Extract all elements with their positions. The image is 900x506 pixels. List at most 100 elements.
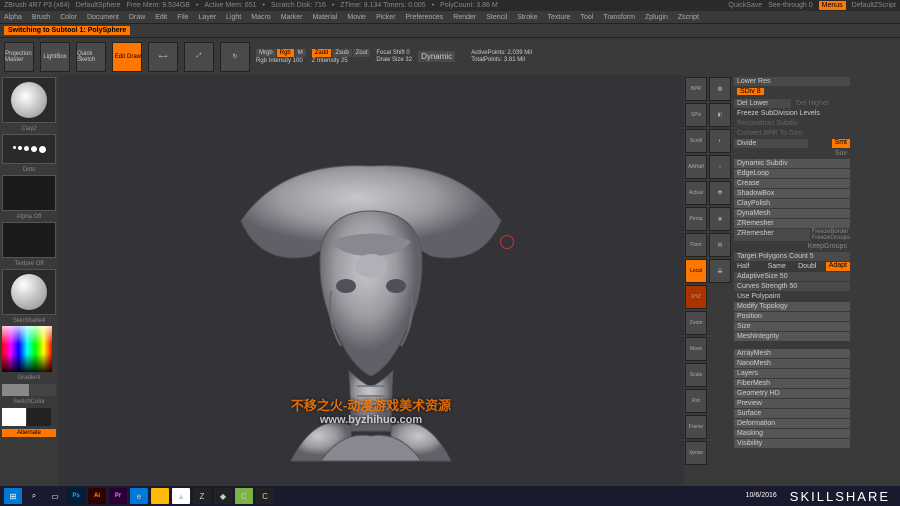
spix-button[interactable]: SPix — [685, 103, 707, 127]
freeze-groups-toggle[interactable]: FreezeGroups — [812, 235, 850, 241]
edit-button[interactable]: Edit — [113, 43, 127, 71]
zremesher-header[interactable]: ZRemesher — [734, 219, 850, 228]
tool-icon-7[interactable]: ▤ — [709, 233, 731, 257]
smt-button[interactable]: Smt — [832, 139, 850, 148]
quicksketch-button[interactable]: Quick Sketch — [76, 42, 106, 72]
m-button[interactable]: M — [295, 49, 306, 57]
switchcolor-label[interactable]: SwitchColor — [2, 399, 56, 405]
floor-button[interactable]: Floor — [685, 233, 707, 257]
menu-material[interactable]: Material — [312, 14, 337, 21]
local-button[interactable]: Local — [685, 259, 707, 283]
start-button[interactable]: ⊞ — [4, 488, 22, 504]
tool-icon-6[interactable]: ◉ — [709, 207, 731, 231]
tool-icon-5[interactable]: ⬒ — [709, 181, 731, 205]
same-button[interactable]: Same — [765, 262, 794, 271]
del-higher-button[interactable]: Del Higher — [793, 99, 850, 108]
reconstruct-button[interactable]: Reconstruct Subdiv — [734, 119, 850, 128]
aahalf-button[interactable]: AAHalf — [685, 155, 707, 179]
menu-file[interactable]: File — [177, 14, 188, 21]
sdiv-slider[interactable]: SDiv 8 — [737, 88, 764, 95]
shadowbox-header[interactable]: ShadowBox — [734, 189, 850, 198]
rotate-button[interactable]: ↻ — [220, 42, 250, 72]
xpose-button[interactable]: Xpose — [685, 441, 707, 465]
xyz-button[interactable]: XYZ — [685, 285, 707, 309]
menu-zscript[interactable]: Zscript — [678, 14, 699, 21]
meshintegrity-header[interactable]: MeshIntegrity — [734, 332, 850, 341]
draw-size-slider[interactable]: Draw Size 32 — [376, 57, 412, 63]
edgeloop-header[interactable]: EdgeLoop — [734, 169, 850, 178]
use-polypaint-toggle[interactable]: Use Polypaint — [734, 292, 850, 301]
color-picker[interactable] — [2, 326, 52, 372]
texture-selector[interactable] — [2, 222, 56, 258]
taskbar-app-2[interactable]: Z — [193, 488, 211, 504]
menus-button[interactable]: Menus — [819, 1, 846, 10]
position-header[interactable]: Position — [734, 312, 850, 321]
dynamic-button[interactable]: Dynamic — [418, 51, 455, 62]
brush-selector[interactable] — [2, 77, 56, 123]
taskbar-explorer[interactable]: 🗀 — [151, 488, 169, 504]
menu-zplugin[interactable]: Zplugin — [645, 14, 668, 21]
menu-brush[interactable]: Brush — [32, 14, 50, 21]
frame-button[interactable]: Frame — [685, 415, 707, 439]
move-button[interactable]: ⟷ — [148, 42, 178, 72]
projection-master-button[interactable]: Projection Master — [4, 42, 34, 72]
tool-icon-8[interactable]: ⬓ — [709, 259, 731, 283]
menu-picker[interactable]: Picker — [376, 14, 395, 21]
dynamesh-header[interactable]: DynaMesh — [734, 209, 850, 218]
tool-icon-1[interactable]: ▦ — [709, 77, 731, 101]
material-selector[interactable] — [2, 269, 56, 315]
menu-render[interactable]: Render — [453, 14, 476, 21]
stroke-selector[interactable] — [2, 134, 56, 164]
menu-transform[interactable]: Transform — [603, 14, 635, 21]
menu-color[interactable]: Color — [60, 14, 77, 21]
tool-icon-3[interactable]: ◐ — [709, 129, 731, 153]
menu-stencil[interactable]: Stencil — [486, 14, 507, 21]
taskbar-photoshop[interactable]: Ps — [67, 488, 85, 504]
modify-topology-header[interactable]: Modify Topology — [734, 302, 850, 311]
rgb-button[interactable]: Rgb — [277, 49, 294, 57]
fibermesh-header[interactable]: FiberMesh — [734, 379, 850, 388]
preview-header[interactable]: Preview — [734, 399, 850, 408]
quicksave-button[interactable]: QuickSave — [728, 2, 762, 9]
draw-button[interactable]: Draw — [127, 43, 141, 71]
menu-tool[interactable]: Tool — [580, 14, 593, 21]
crease-header[interactable]: Crease — [734, 179, 850, 188]
divide-button[interactable]: Divide — [734, 139, 808, 148]
lower-res-button[interactable]: Lower Res — [734, 77, 850, 86]
scroll-button[interactable]: Scroll — [685, 129, 707, 153]
zoom-button[interactable]: Zoom — [685, 311, 707, 335]
focal-shift-slider[interactable]: Focal Shift 0 — [376, 50, 412, 56]
adaptive-size-slider[interactable]: AdaptiveSize 50 — [734, 272, 850, 281]
zremesher-button[interactable]: ZRemesher — [734, 229, 810, 241]
half-button[interactable]: Half — [734, 262, 763, 271]
gradient-b[interactable] — [30, 384, 57, 396]
claypolish-header[interactable]: ClayPolish — [734, 199, 850, 208]
rgb-intensity-slider[interactable]: Rgb Intensity 100 — [256, 58, 306, 64]
taskbar-premiere[interactable]: Pr — [109, 488, 127, 504]
menu-light[interactable]: Light — [226, 14, 241, 21]
alpha-selector[interactable] — [2, 175, 56, 211]
keepgroups-toggle[interactable]: KeepGroups — [734, 242, 850, 251]
menu-edit[interactable]: Edit — [155, 14, 167, 21]
taskbar-edge[interactable]: e — [130, 488, 148, 504]
dynamic-subdiv-header[interactable]: Dynamic Subdiv — [734, 159, 850, 168]
seethrough-slider[interactable]: See-through 0 — [768, 2, 812, 9]
menu-marker[interactable]: Marker — [281, 14, 303, 21]
masking-header[interactable]: Masking — [734, 429, 850, 438]
scale-view-button[interactable]: Scale — [685, 363, 707, 387]
taskbar-app-1[interactable]: ▲ — [172, 488, 190, 504]
task-view-icon[interactable]: ▭ — [46, 488, 64, 504]
menu-macro[interactable]: Macro — [251, 14, 270, 21]
tool-icon-2[interactable]: ◧ — [709, 103, 731, 127]
nanomesh-header[interactable]: NanoMesh — [734, 359, 850, 368]
lightbox-button[interactable]: LightBox — [40, 42, 70, 72]
scale-button[interactable]: ⤢ — [184, 42, 214, 72]
double-button[interactable]: Doubl — [795, 262, 824, 271]
gradient-a[interactable] — [2, 384, 29, 396]
arraymesh-header[interactable]: ArrayMesh — [734, 349, 850, 358]
menu-stroke[interactable]: Stroke — [517, 14, 537, 21]
main-color-swatch[interactable] — [2, 408, 26, 426]
default-zscript[interactable]: DefaultZScript — [852, 2, 896, 9]
zsub-button[interactable]: Zsub — [332, 49, 351, 57]
taskbar-illustrator[interactable]: Ai — [88, 488, 106, 504]
